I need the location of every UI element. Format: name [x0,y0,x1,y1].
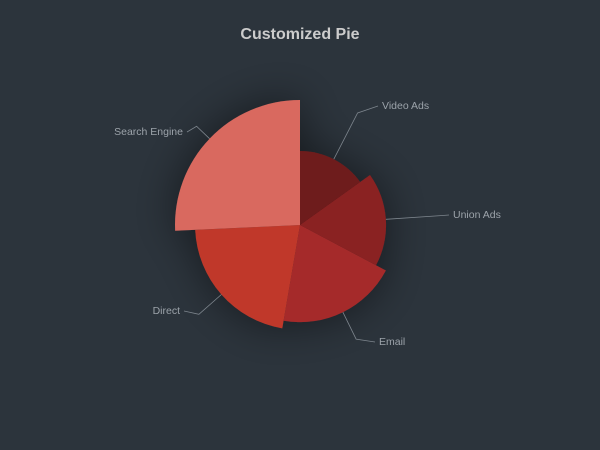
label-line-email [342,312,376,343]
slice-label-video-ads: Video Ads [382,100,429,112]
label-line-union-ads [385,214,450,220]
pie-plot-area: Video Ads Union Ads Email Direct Search Engi… [114,100,501,348]
pie-slices [175,100,387,329]
slice-label-union-ads: Union Ads [453,209,501,221]
pie-chart: Customized Pie Video Ads Union Ads Email Di… [0,0,600,450]
label-line-direct [183,294,222,315]
label-line-video-ads [333,105,379,160]
slice-label-direct: Direct [153,305,181,317]
slice-label-search-engine: Search Engine [114,126,183,138]
pie-slice-direct[interactable] [195,225,300,329]
pie-slice-search-engine[interactable] [175,100,300,231]
label-line-search-engine [186,125,210,139]
slice-label-email: Email [379,336,405,348]
